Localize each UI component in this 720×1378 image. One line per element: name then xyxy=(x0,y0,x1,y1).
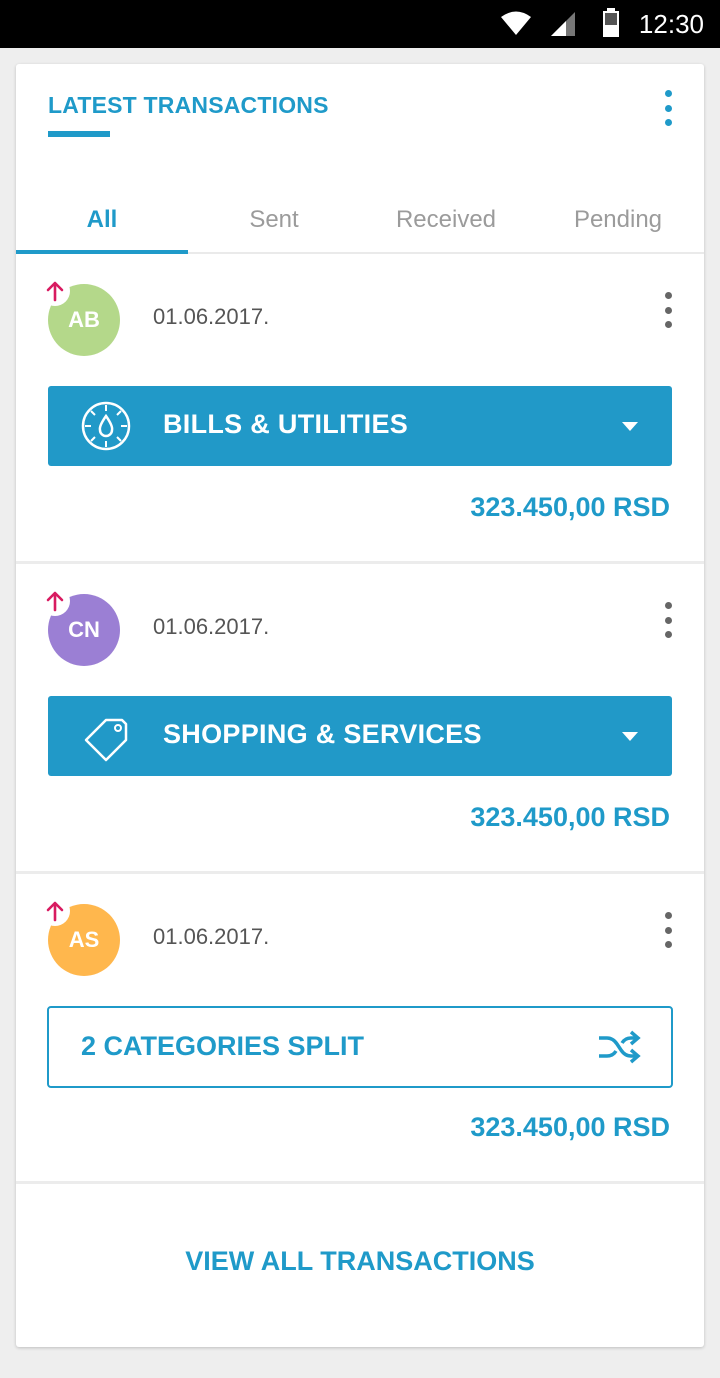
battery-icon xyxy=(603,8,619,37)
status-time: 12:30 xyxy=(638,9,704,39)
signal-icon xyxy=(551,12,575,36)
transaction-date: 01.06.2017. xyxy=(153,924,270,949)
category-label: SHOPPING & SERVICES xyxy=(163,719,482,749)
split-label: 2 CATEGORIES SPLIT xyxy=(81,1031,365,1061)
tab-all[interactable]: All xyxy=(16,188,188,252)
divider xyxy=(16,1181,704,1184)
transaction-more-icon[interactable] xyxy=(656,600,680,640)
transaction-more-icon[interactable] xyxy=(656,290,680,330)
water-drop-icon xyxy=(81,401,131,451)
card-title: LATEST TRANSACTIONS xyxy=(48,92,329,118)
tab-pending[interactable]: Pending xyxy=(532,188,704,252)
transaction-date: 01.06.2017. xyxy=(153,304,270,329)
category-label: BILLS & UTILITIES xyxy=(163,409,409,439)
tab-sent[interactable]: Sent xyxy=(188,188,360,252)
sent-arrow-icon xyxy=(40,896,70,926)
transaction-item[interactable]: CN 01.06.2017. SHOPPING & SERVICES 323.4… xyxy=(16,564,704,872)
sent-arrow-icon xyxy=(40,586,70,616)
more-options-icon[interactable] xyxy=(656,88,680,128)
title-underline xyxy=(48,131,110,137)
tab-received[interactable]: Received xyxy=(360,188,532,252)
transaction-amount: 323.450,00 RSD xyxy=(470,1112,670,1142)
chevron-down-icon xyxy=(622,422,638,431)
transaction-item[interactable]: AB 01.06.2017. BILLS & UTILITIES 323.450… xyxy=(16,254,704,562)
transaction-more-icon[interactable] xyxy=(656,910,680,950)
categories-split-button[interactable]: 2 CATEGORIES SPLIT xyxy=(47,1006,673,1088)
shuffle-icon xyxy=(599,1030,641,1064)
latest-transactions-card: LATEST TRANSACTIONS All Sent Received Pe… xyxy=(16,64,704,1347)
view-all-transactions-link[interactable]: VIEW ALL TRANSACTIONS xyxy=(16,1246,704,1277)
status-bar: 12:30 xyxy=(0,0,720,48)
price-tag-icon xyxy=(84,718,128,762)
transaction-date: 01.06.2017. xyxy=(153,614,270,639)
transaction-item[interactable]: AS 01.06.2017. 2 CATEGORIES SPLIT 323.45… xyxy=(16,874,704,1182)
transaction-tabs: All Sent Received Pending xyxy=(16,188,704,254)
category-dropdown[interactable]: SHOPPING & SERVICES xyxy=(48,696,672,776)
transaction-amount: 323.450,00 RSD xyxy=(470,492,670,522)
chevron-down-icon xyxy=(622,732,638,741)
category-dropdown[interactable]: BILLS & UTILITIES xyxy=(48,386,672,466)
transaction-amount: 323.450,00 RSD xyxy=(470,802,670,832)
sent-arrow-icon xyxy=(40,276,70,306)
wifi-icon xyxy=(501,11,531,35)
